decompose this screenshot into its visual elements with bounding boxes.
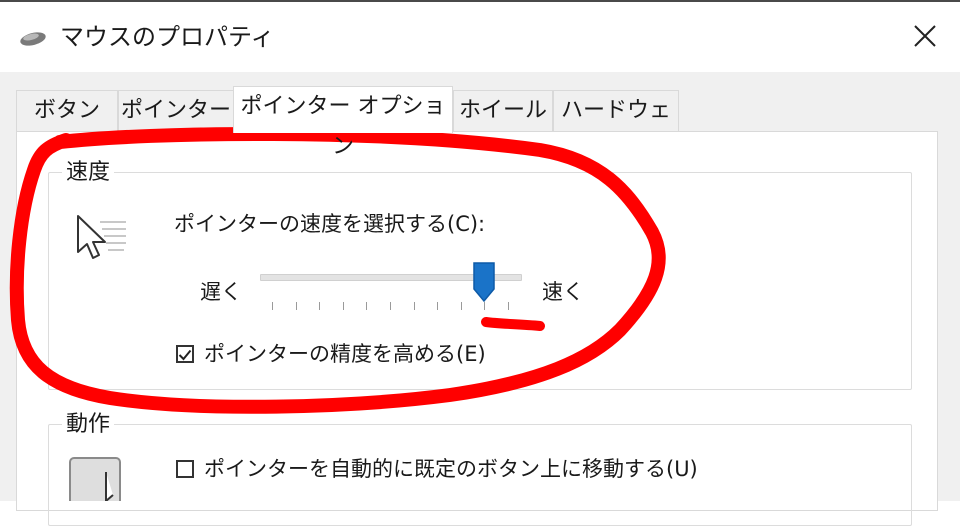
slider-tick [390, 302, 391, 310]
tab-hardware[interactable]: ハードウェア [553, 90, 679, 163]
slider-tick [319, 302, 321, 310]
snap-to-default-checkbox[interactable] [176, 460, 194, 478]
enhance-precision-label: ポインターの精度を高める(E) [204, 342, 486, 366]
slider-tick [342, 302, 344, 310]
tab-strip: ボタン ポインター ポインター オプション ホイール ハードウェア [16, 86, 946, 163]
snap-to-default-label: ポインターを自動的に既定のボタン上に移動する(U) [204, 457, 698, 481]
slider-tick [272, 302, 273, 310]
slider-tick [508, 302, 509, 310]
title-bar: マウスのプロパティ [0, 0, 960, 72]
mouse-icon [18, 28, 48, 52]
slider-tick [413, 302, 415, 310]
tab-buttons[interactable]: ボタン [16, 90, 118, 132]
motion-group-title: 動作 [62, 412, 115, 438]
tab-label: ホイール [458, 98, 547, 123]
slow-label: 遅く [200, 280, 242, 304]
slider-tick [295, 302, 297, 310]
button-pointer-icon [68, 456, 138, 509]
check-icon [178, 347, 192, 366]
tab-pointers[interactable]: ポインター [118, 90, 234, 132]
tab-label: ボタン [33, 98, 100, 123]
slider-tick [366, 302, 368, 310]
mouse-properties-window: マウスのプロパティ ボタン ポインター ポインター オプション ホイール ハード… [0, 0, 960, 526]
window-title: マウスのプロパティ [60, 23, 275, 51]
fast-label: 速く [542, 280, 584, 304]
pointer-speed-icon [74, 212, 130, 268]
speed-group-title: 速度 [62, 160, 115, 186]
slider-tick [460, 302, 462, 310]
close-button[interactable] [900, 16, 950, 60]
speed-slider-thumb[interactable] [473, 262, 496, 306]
enhance-precision-checkbox[interactable] [176, 345, 194, 363]
close-icon [913, 24, 937, 52]
tab-pointer-options[interactable]: ポインター オプション [233, 86, 453, 159]
slider-tick [437, 302, 439, 310]
tab-label: ポインター [120, 98, 231, 123]
speed-prompt: ポインターの速度を選択する(C): [174, 212, 486, 236]
tab-wheel[interactable]: ホイール [453, 90, 553, 132]
